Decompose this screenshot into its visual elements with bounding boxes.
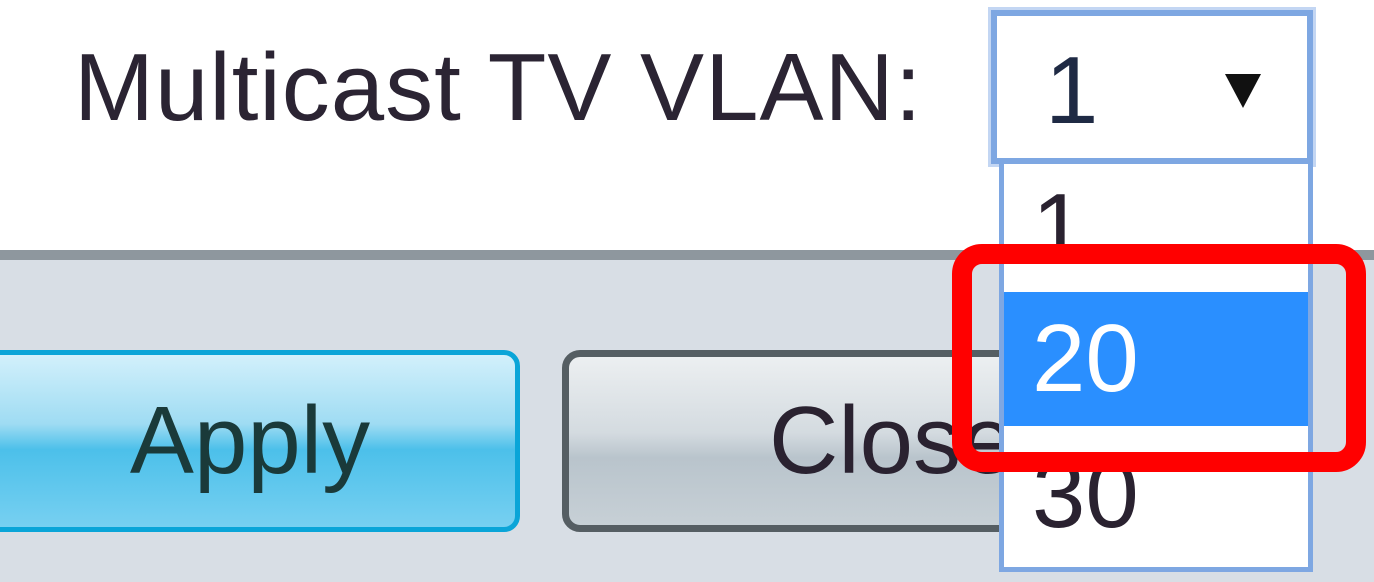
- chevron-down-icon[interactable]: [1225, 74, 1261, 108]
- dropdown-option-30[interactable]: 30: [1004, 426, 1308, 564]
- multicast-tv-vlan-label: Multicast TV VLAN:: [74, 34, 923, 141]
- dropdown-option-1[interactable]: 1: [1004, 164, 1308, 292]
- dropdown-option-20[interactable]: 20: [1004, 292, 1308, 426]
- apply-button[interactable]: Apply: [0, 350, 520, 532]
- vlan-dropdown-list: 1 20 30: [999, 164, 1313, 572]
- screenshot-stage: Multicast TV VLAN: Apply Close 1 1 20 30: [0, 0, 1374, 582]
- select-current-value: 1: [1045, 37, 1099, 144]
- multicast-tv-vlan-select[interactable]: 1: [988, 7, 1316, 167]
